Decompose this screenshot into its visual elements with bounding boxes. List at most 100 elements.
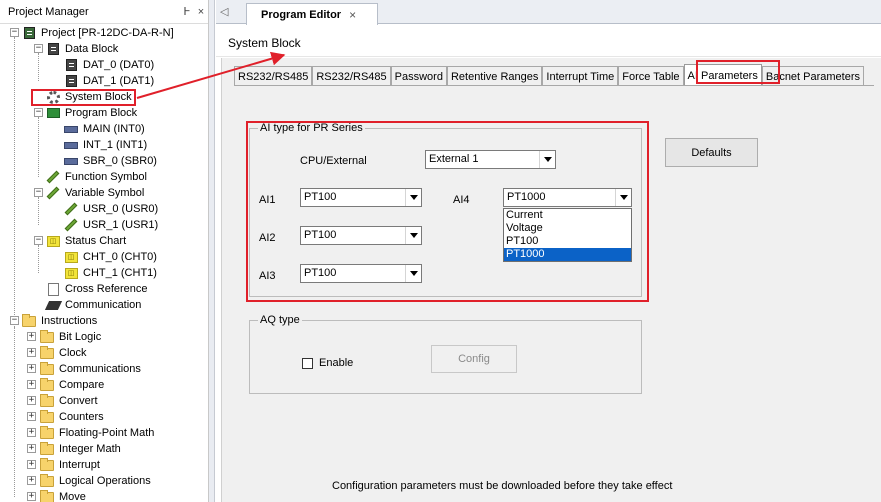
- data-table-icon: [64, 75, 78, 88]
- folder-icon: [40, 377, 54, 392]
- tree-item-project[interactable]: Project [PR-12DC-DA-R-N]: [22, 25, 176, 41]
- folder-icon: [40, 329, 54, 344]
- enable-label: Enable: [319, 357, 354, 369]
- tree-item-function-symbol[interactable]: Function Symbol: [46, 169, 149, 185]
- ai3-select[interactable]: PT100: [300, 264, 422, 283]
- expand-toggle[interactable]: +: [27, 476, 36, 485]
- expand-toggle[interactable]: −: [34, 188, 43, 197]
- tree-item-communication[interactable]: Communication: [44, 297, 143, 313]
- tree-item-logical-operations[interactable]: Logical Operations: [40, 473, 153, 489]
- expand-toggle[interactable]: −: [34, 236, 43, 245]
- defaults-button[interactable]: Defaults: [665, 138, 758, 167]
- folder-icon: [22, 313, 36, 328]
- tree-item-int1[interactable]: INT_1 (INT1): [64, 137, 149, 153]
- expand-toggle[interactable]: +: [27, 396, 36, 405]
- expand-toggle[interactable]: +: [27, 364, 36, 373]
- ai1-select[interactable]: PT100: [300, 188, 422, 207]
- tree-item-cross-reference[interactable]: Cross Reference: [46, 281, 150, 297]
- tree-item-usr0[interactable]: USR_0 (USR0): [64, 201, 160, 217]
- tree-item-interrupt[interactable]: Interrupt: [40, 457, 102, 473]
- tree-item-clock[interactable]: Clock: [40, 345, 89, 361]
- scroll-left-icon[interactable]: ◁: [220, 5, 232, 19]
- tab-interrupt-time[interactable]: Interrupt Time: [542, 66, 619, 86]
- ai4-option-voltage[interactable]: Voltage: [504, 222, 631, 235]
- ai2-label: AI2: [259, 232, 276, 244]
- tree-item-sbr0[interactable]: SBR_0 (SBR0): [64, 153, 159, 169]
- project-icon: [22, 27, 36, 40]
- tab-program-editor[interactable]: Program Editor ×: [246, 3, 378, 25]
- expand-toggle[interactable]: +: [27, 428, 36, 437]
- expand-toggle[interactable]: +: [27, 460, 36, 469]
- chart-icon: ◫: [64, 251, 78, 264]
- aq-type-group-label: AQ type: [258, 314, 302, 326]
- footer-note: Configuration parameters must be downloa…: [332, 480, 673, 492]
- tree-item-floating-point-math[interactable]: Floating-Point Math: [40, 425, 156, 441]
- expand-toggle[interactable]: −: [10, 28, 19, 37]
- expand-toggle[interactable]: +: [27, 412, 36, 421]
- ai4-dropdown-list: Current Voltage PT100 PT1000: [503, 208, 632, 262]
- tab-rs232-rs485-1[interactable]: RS232/RS485: [234, 66, 313, 86]
- tree-item-status-chart[interactable]: ◫ Status Chart: [46, 233, 128, 249]
- expand-toggle[interactable]: +: [27, 444, 36, 453]
- tree-item-cht0[interactable]: ◫ CHT_0 (CHT0): [64, 249, 159, 265]
- tree-item-integer-math[interactable]: Integer Math: [40, 441, 123, 457]
- tree-item-bit-logic[interactable]: Bit Logic: [40, 329, 103, 345]
- tree-item-instructions[interactable]: Instructions: [22, 313, 99, 329]
- chevron-down-icon: [405, 189, 421, 206]
- expand-toggle[interactable]: −: [34, 44, 43, 53]
- ai4-option-pt1000[interactable]: PT1000: [504, 248, 631, 261]
- data-block-icon: [46, 43, 60, 56]
- tree-item-dat1[interactable]: DAT_1 (DAT1): [64, 73, 156, 89]
- tree-item-cht1[interactable]: ◫ CHT_1 (CHT1): [64, 265, 159, 281]
- config-button[interactable]: Config: [431, 345, 517, 373]
- folder-icon: [40, 489, 54, 502]
- expand-toggle[interactable]: +: [27, 348, 36, 357]
- ai4-option-current[interactable]: Current: [504, 209, 631, 222]
- tab-retentive-ranges[interactable]: Retentive Ranges: [446, 66, 543, 86]
- tab-rs232-rs485-2[interactable]: RS232/RS485: [312, 66, 391, 86]
- data-table-icon: [64, 59, 78, 72]
- tab-password[interactable]: Password: [390, 66, 447, 86]
- panel-splitter[interactable]: [209, 0, 215, 502]
- pou-icon: [64, 155, 78, 168]
- tree-item-variable-symbol[interactable]: Variable Symbol: [46, 185, 146, 201]
- cpu-external-select[interactable]: External 1: [425, 150, 556, 169]
- expand-toggle[interactable]: +: [27, 380, 36, 389]
- close-panel-icon[interactable]: ×: [194, 6, 208, 18]
- system-block-header: System Block: [216, 25, 881, 57]
- tree-item-data-block[interactable]: Data Block: [46, 41, 120, 57]
- tree-item-counters[interactable]: Counters: [40, 409, 106, 425]
- editor-tab-bar: ◁ Program Editor ×: [216, 0, 881, 25]
- tab-force-table[interactable]: Force Table: [618, 66, 684, 86]
- chevron-down-icon: [405, 227, 421, 244]
- tree-item-move[interactable]: Move: [40, 489, 88, 502]
- folder-icon: [40, 393, 54, 408]
- project-manager-panel: Project Manager Ͱ × − Project [PR-12DC-D…: [0, 0, 209, 502]
- document-icon: [46, 282, 60, 296]
- expand-toggle[interactable]: +: [27, 332, 36, 341]
- tree-item-communications[interactable]: Communications: [40, 361, 143, 377]
- ai4-option-pt100[interactable]: PT100: [504, 235, 631, 248]
- status-chart-icon: ◫: [46, 235, 60, 248]
- tree-item-compare[interactable]: Compare: [40, 377, 106, 393]
- enable-checkbox[interactable]: [302, 358, 313, 369]
- tab-divider: [234, 85, 874, 86]
- tree-item-program-block[interactable]: Program Block: [46, 105, 139, 121]
- pencil-icon: [46, 170, 60, 184]
- expand-toggle[interactable]: −: [10, 316, 19, 325]
- close-tab-icon[interactable]: ×: [349, 8, 356, 22]
- tree-item-usr1[interactable]: USR_1 (USR1): [64, 217, 160, 233]
- ai2-select[interactable]: PT100: [300, 226, 422, 245]
- expand-toggle[interactable]: −: [34, 108, 43, 117]
- pencil-icon: [64, 218, 78, 232]
- tree-item-main[interactable]: MAIN (INT0): [64, 121, 147, 137]
- expand-toggle[interactable]: +: [27, 492, 36, 501]
- tree-item-dat0[interactable]: DAT_0 (DAT0): [64, 57, 156, 73]
- tree-item-convert[interactable]: Convert: [40, 393, 100, 409]
- ai1-label: AI1: [259, 194, 276, 206]
- ai4-select[interactable]: PT1000: [503, 188, 632, 207]
- folder-icon: [40, 409, 54, 424]
- pin-icon[interactable]: Ͱ: [180, 5, 194, 18]
- project-manager-title: Project Manager: [8, 5, 89, 18]
- program-block-icon: [46, 107, 60, 120]
